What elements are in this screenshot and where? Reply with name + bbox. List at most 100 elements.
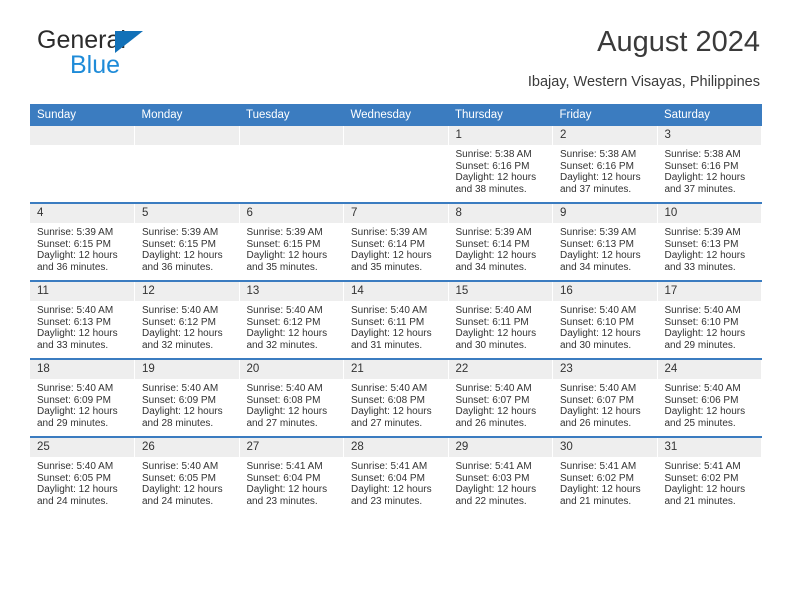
sunset-text: Sunset: 6:15 PM	[246, 238, 321, 250]
daylight-text-line2: and 36 minutes.	[142, 261, 214, 273]
day-cell[interactable]: 13 Sunrise: 5:40 AM Sunset: 6:12 PM Dayl…	[239, 280, 344, 359]
logo-text-general: General	[37, 28, 143, 55]
daylight-text-line1: Daylight: 12 hours	[351, 250, 432, 262]
day-details: Sunrise: 5:41 AM Sunset: 6:04 PM Dayligh…	[240, 457, 344, 507]
day-details	[344, 145, 448, 149]
day-cell[interactable]	[30, 126, 135, 203]
day-details: Sunrise: 5:40 AM Sunset: 6:07 PM Dayligh…	[553, 379, 657, 429]
day-details: Sunrise: 5:39 AM Sunset: 6:13 PM Dayligh…	[658, 223, 762, 273]
daylight-text-line2: and 32 minutes.	[142, 339, 214, 351]
daylight-text-line2: and 33 minutes.	[664, 261, 736, 273]
day-cell[interactable]: 26 Sunrise: 5:40 AM Sunset: 6:05 PM Dayl…	[134, 436, 240, 514]
day-cell[interactable]: 1 Sunrise: 5:38 AM Sunset: 6:16 PM Dayli…	[448, 126, 553, 203]
day-details: Sunrise: 5:41 AM Sunset: 6:02 PM Dayligh…	[553, 457, 657, 507]
sunrise-text: Sunrise: 5:41 AM	[246, 461, 323, 472]
daylight-text-line2: and 37 minutes.	[560, 183, 632, 195]
day-cell[interactable]: 17 Sunrise: 5:40 AM Sunset: 6:10 PM Dayl…	[657, 280, 762, 359]
day-details: Sunrise: 5:39 AM Sunset: 6:15 PM Dayligh…	[135, 223, 239, 273]
day-cell[interactable]: 23 Sunrise: 5:40 AM Sunset: 6:07 PM Dayl…	[552, 358, 658, 437]
day-cell[interactable]: 3 Sunrise: 5:38 AM Sunset: 6:16 PM Dayli…	[657, 126, 762, 203]
day-cell[interactable]	[134, 126, 240, 203]
daylight-text-line1: Daylight: 12 hours	[664, 328, 746, 340]
sunset-text: Sunset: 6:07 PM	[455, 394, 530, 406]
general-blue-logo[interactable]: General Blue	[37, 28, 143, 81]
sunset-text: Sunset: 6:08 PM	[351, 394, 425, 406]
day-number: 3	[657, 126, 761, 145]
day-cell[interactable]: 30 Sunrise: 5:41 AM Sunset: 6:02 PM Dayl…	[552, 436, 658, 514]
daylight-text-line2: and 29 minutes.	[664, 339, 736, 351]
day-cell[interactable]: 7 Sunrise: 5:39 AM Sunset: 6:14 PM Dayli…	[343, 202, 449, 281]
day-cell[interactable]: 24 Sunrise: 5:40 AM Sunset: 6:06 PM Dayl…	[657, 358, 762, 437]
day-number: 27	[239, 438, 343, 457]
day-cell[interactable]: 19 Sunrise: 5:40 AM Sunset: 6:09 PM Dayl…	[134, 358, 240, 437]
day-cell[interactable]: 29 Sunrise: 5:41 AM Sunset: 6:03 PM Dayl…	[448, 436, 553, 514]
day-details	[240, 145, 344, 149]
day-number: 6	[239, 204, 343, 223]
calendar-header-row: Sunday Monday Tuesday Wednesday Thursday…	[30, 104, 762, 126]
daylight-text-line1: Daylight: 12 hours	[246, 250, 328, 262]
daylight-text-line1: Daylight: 12 hours	[560, 406, 641, 418]
daylight-text-line2: and 27 minutes.	[351, 417, 423, 429]
day-cell[interactable]: 25 Sunrise: 5:40 AM Sunset: 6:05 PM Dayl…	[30, 436, 135, 514]
daylight-text-line2: and 24 minutes.	[142, 495, 214, 507]
sunset-text: Sunset: 6:08 PM	[246, 394, 321, 406]
day-number	[344, 126, 448, 145]
day-cell[interactable]: 9 Sunrise: 5:39 AM Sunset: 6:13 PM Dayli…	[552, 202, 658, 281]
page-subtitle-location: Ibajay, Western Visayas, Philippines	[527, 74, 760, 90]
daylight-text-line1: Daylight: 12 hours	[142, 484, 223, 496]
day-details: Sunrise: 5:40 AM Sunset: 6:11 PM Dayligh…	[449, 301, 553, 351]
day-cell[interactable]	[239, 126, 344, 203]
day-cell[interactable]: 27 Sunrise: 5:41 AM Sunset: 6:04 PM Dayl…	[239, 436, 344, 514]
day-cell[interactable]: 18 Sunrise: 5:40 AM Sunset: 6:09 PM Dayl…	[30, 358, 135, 437]
calendar-week-row: 18 Sunrise: 5:40 AM Sunset: 6:09 PM Dayl…	[30, 358, 762, 437]
day-cell[interactable]: 5 Sunrise: 5:39 AM Sunset: 6:15 PM Dayli…	[134, 202, 240, 281]
sunrise-text: Sunrise: 5:40 AM	[37, 461, 114, 472]
day-cell[interactable]: 10 Sunrise: 5:39 AM Sunset: 6:13 PM Dayl…	[657, 202, 762, 281]
day-cell[interactable]: 31 Sunrise: 5:41 AM Sunset: 6:02 PM Dayl…	[657, 436, 762, 514]
daylight-text-line2: and 34 minutes.	[455, 261, 527, 273]
weekday-header-saturday: Saturday	[657, 104, 762, 126]
day-number: 14	[344, 282, 448, 301]
day-cell[interactable]: 12 Sunrise: 5:40 AM Sunset: 6:12 PM Dayl…	[134, 280, 240, 359]
daylight-text-line1: Daylight: 12 hours	[455, 406, 537, 418]
sunrise-text: Sunrise: 5:40 AM	[142, 461, 219, 472]
daylight-text-line1: Daylight: 12 hours	[455, 172, 537, 184]
day-details: Sunrise: 5:40 AM Sunset: 6:09 PM Dayligh…	[30, 379, 134, 429]
weekday-header-thursday: Thursday	[448, 104, 553, 126]
day-cell[interactable]: 6 Sunrise: 5:39 AM Sunset: 6:15 PM Dayli…	[239, 202, 344, 281]
sunset-text: Sunset: 6:04 PM	[246, 472, 321, 484]
sunset-text: Sunset: 6:13 PM	[560, 238, 634, 250]
day-cell[interactable]: 8 Sunrise: 5:39 AM Sunset: 6:14 PM Dayli…	[448, 202, 553, 281]
day-details: Sunrise: 5:40 AM Sunset: 6:12 PM Dayligh…	[135, 301, 239, 351]
day-details: Sunrise: 5:41 AM Sunset: 6:04 PM Dayligh…	[344, 457, 448, 507]
day-cell[interactable]: 28 Sunrise: 5:41 AM Sunset: 6:04 PM Dayl…	[343, 436, 449, 514]
daylight-text-line2: and 32 minutes.	[246, 339, 318, 351]
sunset-text: Sunset: 6:16 PM	[664, 160, 739, 172]
day-details: Sunrise: 5:38 AM Sunset: 6:16 PM Dayligh…	[449, 145, 553, 195]
day-number: 22	[448, 360, 552, 379]
day-cell[interactable]: 15 Sunrise: 5:40 AM Sunset: 6:11 PM Dayl…	[448, 280, 553, 359]
daylight-text-line1: Daylight: 12 hours	[142, 406, 223, 418]
day-number: 1	[448, 126, 552, 145]
day-cell[interactable]: 11 Sunrise: 5:40 AM Sunset: 6:13 PM Dayl…	[30, 280, 135, 359]
sunrise-text: Sunrise: 5:39 AM	[142, 227, 219, 238]
weekday-header-sunday: Sunday	[30, 104, 135, 126]
day-cell[interactable]: 21 Sunrise: 5:40 AM Sunset: 6:08 PM Dayl…	[343, 358, 449, 437]
day-details: Sunrise: 5:38 AM Sunset: 6:16 PM Dayligh…	[658, 145, 762, 195]
day-cell[interactable]: 2 Sunrise: 5:38 AM Sunset: 6:16 PM Dayli…	[552, 126, 658, 203]
day-number: 2	[553, 126, 657, 145]
day-cell[interactable]: 16 Sunrise: 5:40 AM Sunset: 6:10 PM Dayl…	[552, 280, 658, 359]
calendar-body: 1 Sunrise: 5:38 AM Sunset: 6:16 PM Dayli…	[30, 126, 762, 514]
sunrise-text: Sunrise: 5:40 AM	[246, 305, 323, 316]
daylight-text-line1: Daylight: 12 hours	[246, 484, 328, 496]
sunrise-text: Sunrise: 5:41 AM	[560, 461, 637, 472]
day-cell[interactable]: 14 Sunrise: 5:40 AM Sunset: 6:11 PM Dayl…	[343, 280, 449, 359]
day-cell[interactable]: 22 Sunrise: 5:40 AM Sunset: 6:07 PM Dayl…	[448, 358, 553, 437]
day-cell[interactable]: 4 Sunrise: 5:39 AM Sunset: 6:15 PM Dayli…	[30, 202, 135, 281]
daylight-text-line1: Daylight: 12 hours	[560, 250, 641, 262]
daylight-text-line1: Daylight: 12 hours	[351, 328, 432, 340]
day-number: 31	[657, 438, 761, 457]
day-cell[interactable]	[343, 126, 449, 203]
day-cell[interactable]: 20 Sunrise: 5:40 AM Sunset: 6:08 PM Dayl…	[239, 358, 344, 437]
daylight-text-line2: and 23 minutes.	[351, 495, 423, 507]
